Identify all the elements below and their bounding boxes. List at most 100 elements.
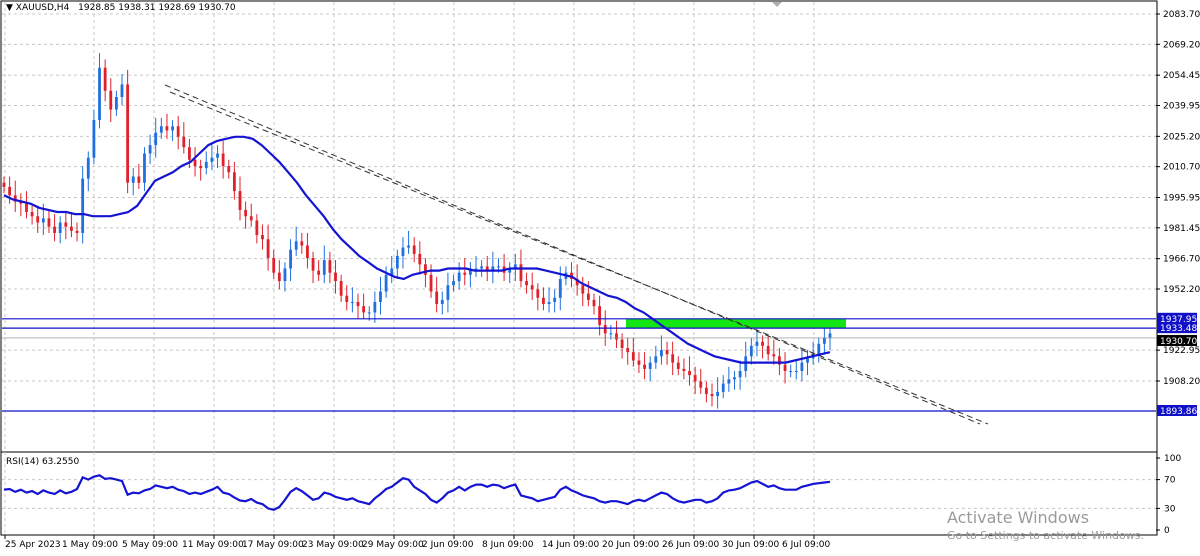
y-tick-label: 1908.20 (1163, 377, 1200, 387)
candle-body (693, 375, 697, 382)
x-tick-label: 25 Apr 2023 (5, 540, 61, 550)
candle-body (131, 176, 135, 183)
candle-body (114, 97, 118, 110)
candle-body (457, 272, 461, 282)
x-tick-label: 29 May 09:00 (362, 540, 424, 550)
candle-body (294, 241, 298, 250)
candle-body (277, 272, 281, 282)
candle-body (334, 272, 337, 282)
candle-body (671, 354, 675, 363)
candle-body (637, 360, 641, 365)
candle-body (176, 126, 180, 137)
candle-body (429, 274, 433, 292)
candle-body (468, 270, 472, 275)
svg-text:▼ XAUUSD,H4 1928.: ▼ XAUUSD,H4 1928.85 1938.31 1928.69 1930… (6, 3, 236, 13)
candle-body (345, 295, 349, 302)
x-tick-label: 17 May 09:00 (242, 540, 304, 550)
candle-body (395, 255, 399, 269)
candle-body (25, 203, 28, 213)
candle-body (480, 266, 484, 269)
candle-body (41, 218, 45, 223)
candle-body (525, 281, 528, 286)
y-tick-label: 2025.20 (1163, 132, 1200, 142)
y-tick-label: 1981.45 (1163, 224, 1200, 234)
y-tick-label: 1952.20 (1163, 285, 1200, 295)
candle-body (530, 285, 534, 290)
symbol-label: XAUUSD,H4 (16, 3, 70, 13)
dropdown-icon[interactable]: ▼ (6, 3, 16, 13)
candle-body (188, 147, 191, 160)
candle-body (463, 272, 467, 275)
candle-body (704, 387, 708, 394)
candle-body (620, 339, 624, 348)
candle-body (199, 166, 203, 169)
candle-body (75, 230, 79, 233)
candle-body (98, 67, 101, 121)
x-tick-label: 20 Jun 09:00 (602, 540, 659, 550)
candle-body (558, 278, 562, 298)
price-chart: 2083.70 2069.20 2054.45 2039.95 2025.20 2010.… (0, 0, 1200, 552)
candle-body (581, 285, 585, 294)
candle-body (255, 220, 259, 236)
candle-body (592, 299, 596, 307)
candle-body (311, 258, 315, 271)
candle-body (216, 153, 219, 158)
candle-body (789, 370, 793, 372)
candle-body (47, 218, 51, 227)
candle-body (806, 358, 809, 363)
candle-body (660, 350, 663, 357)
candle-body (339, 281, 343, 296)
candle-body (755, 341, 759, 346)
candle-body (542, 297, 545, 305)
candle-body (643, 364, 646, 369)
candle-body (362, 306, 366, 313)
candle-body (648, 362, 652, 369)
candle-body (272, 258, 276, 273)
candle-body (289, 249, 292, 269)
candle-body (2, 182, 6, 187)
candle-body (615, 333, 618, 340)
current-price-label-text: 1930.70 (1160, 337, 1197, 347)
candle-body (328, 260, 332, 273)
candle-body (58, 222, 62, 233)
y-tick-label: 2083.70 (1163, 10, 1200, 20)
candle-body (266, 239, 270, 259)
candle-body (53, 226, 56, 233)
y-tick-label: 2069.20 (1163, 40, 1200, 50)
candle-body (373, 301, 377, 313)
candle-body (822, 337, 826, 344)
candle-body (159, 126, 163, 133)
candle-body (210, 157, 214, 162)
candle-body (682, 368, 686, 371)
candle-body (699, 381, 703, 388)
candle-body (446, 285, 450, 300)
chart-window: 2083.70 2069.20 2054.45 2039.95 2025.20 2010.… (0, 0, 1200, 552)
x-tick-label: 6 Jul 09:00 (782, 540, 831, 550)
candle-body (120, 84, 124, 98)
x-tick-label: 2 Jun 09:00 (422, 540, 474, 550)
candle-body (440, 299, 444, 305)
candle-body (772, 354, 776, 357)
candle-body (70, 226, 73, 231)
candle-body (261, 235, 264, 240)
candle-body (154, 132, 158, 146)
candle-body (412, 245, 416, 254)
candle-body (8, 186, 12, 196)
candle-body (547, 301, 551, 305)
candle-body (738, 370, 742, 378)
candle-body (165, 126, 169, 131)
x-tick-label: 30 Jun 09:00 (722, 540, 779, 550)
candle-body (86, 157, 90, 179)
candle-body (688, 370, 691, 376)
candle-body (749, 345, 753, 357)
candle-body (733, 377, 736, 380)
candle-body (828, 333, 832, 338)
candle-body (317, 270, 321, 275)
candle-body (598, 306, 602, 325)
candle-body (81, 178, 85, 233)
level-label-mid-text: 1933.48 (1160, 324, 1197, 334)
candle-body (283, 268, 287, 282)
candle-body (171, 126, 174, 131)
candle-body (126, 84, 130, 183)
candle-body (626, 347, 630, 353)
